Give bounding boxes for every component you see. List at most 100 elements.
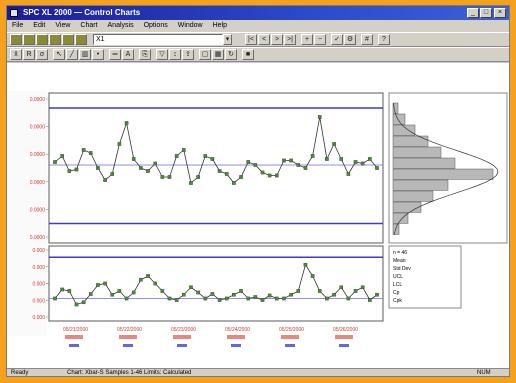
zoom-in-icon[interactable]: +	[301, 34, 313, 45]
maximize-button[interactable]: □	[480, 8, 492, 18]
xbar-point	[224, 172, 229, 176]
tile-icon[interactable]: ▦	[212, 49, 224, 60]
chart-icon[interactable]	[62, 34, 74, 45]
xbar-point	[303, 166, 308, 170]
xbar-point	[353, 160, 358, 164]
stats-line: Std Dev	[393, 266, 411, 272]
print-icon[interactable]	[49, 34, 61, 45]
histogram-bar	[392, 113, 406, 125]
help-icon[interactable]: ?	[378, 34, 390, 45]
sigma-icon[interactable]: σ	[36, 49, 48, 60]
window-icon[interactable]: ▢	[199, 49, 211, 60]
x-time-marker	[227, 335, 245, 339]
menu-options[interactable]: Options	[139, 20, 173, 32]
s-point	[189, 285, 193, 290]
variable-select[interactable]: X1	[93, 34, 223, 45]
stats-line: Mean	[393, 258, 406, 264]
xbar-point	[74, 167, 79, 172]
menu-window[interactable]: Window	[173, 20, 208, 32]
s-point	[317, 289, 322, 293]
xbar-point	[153, 161, 157, 166]
y-tick-label: 0.000	[32, 248, 45, 254]
title-bar[interactable]: SPC XL 2000 — Control Charts _ □ ×	[7, 6, 509, 20]
table-icon[interactable]	[75, 34, 87, 45]
s-point	[74, 302, 79, 307]
s-point	[153, 281, 157, 286]
xbar-point	[189, 181, 193, 185]
close-button[interactable]: ×	[494, 8, 506, 18]
s-point	[103, 281, 107, 286]
xbar-point	[210, 157, 215, 161]
status-bar: Ready Chart: Xbar-S Samples 1-46 Limits:…	[7, 368, 509, 376]
s-point	[53, 296, 57, 301]
xbar-point	[139, 166, 143, 170]
menu-chart[interactable]: Chart	[75, 20, 102, 32]
chevron-down-icon[interactable]: ▾	[223, 34, 232, 45]
copy-icon[interactable]: ⎘	[139, 49, 151, 60]
annotate-icon[interactable]: A	[122, 49, 134, 60]
x-time-marker	[65, 335, 83, 339]
check-icon[interactable]: ✓	[331, 34, 343, 45]
next-icon[interactable]: >	[271, 34, 283, 45]
chart-area: 0.0000 0.0000 0.0000 0.0000 0.0000 0.0000 0.0…	[7, 63, 509, 368]
stop-icon[interactable]: ■	[242, 49, 254, 60]
xbar-point	[103, 178, 107, 182]
xbar-point	[217, 169, 222, 173]
histogram-icon[interactable]: ▥	[79, 49, 91, 60]
xbar-point	[282, 158, 286, 163]
save-icon[interactable]	[36, 34, 48, 45]
filter-icon[interactable]: ▽	[156, 49, 168, 60]
limits-icon[interactable]: ═	[109, 49, 121, 60]
first-icon[interactable]: |<	[245, 34, 257, 45]
points-icon[interactable]: •	[92, 49, 104, 60]
y-tick-label: 0.000	[32, 315, 45, 321]
standard-toolbar: X1 ▾ |< < > >| + − ✓ ⚙ # ?	[7, 32, 509, 47]
open-icon[interactable]	[23, 34, 35, 45]
menu-file[interactable]: File	[7, 20, 28, 32]
xbar-point	[174, 154, 179, 158]
menu-help[interactable]: Help	[208, 20, 232, 32]
export-icon[interactable]: ⇪	[182, 49, 194, 60]
s-point	[239, 289, 243, 293]
pointer-icon[interactable]: ↖	[53, 49, 65, 60]
xbar-point	[67, 169, 72, 173]
x-sample-marker	[123, 344, 133, 347]
xbar-point	[146, 169, 150, 173]
histogram-bar	[392, 201, 422, 213]
xbar-point	[296, 163, 301, 167]
y-tick-label: 0.0000	[30, 207, 46, 213]
settings-icon[interactable]: ⚙	[344, 34, 356, 45]
x-sample-marker	[231, 344, 241, 347]
s-point	[67, 289, 72, 293]
s-point	[196, 290, 200, 295]
line-icon[interactable]: ╱	[66, 49, 78, 60]
menu-analysis[interactable]: Analysis	[103, 20, 139, 32]
s-point	[260, 298, 265, 302]
y-tick-label: 0.0000	[30, 97, 46, 103]
xbar-point	[88, 151, 93, 155]
last-icon[interactable]: >|	[284, 34, 296, 45]
x-date-label: 05/22/2000	[117, 327, 142, 333]
control-chart-canvas: 0.0000 0.0000 0.0000 0.0000 0.0000 0.0000 0.0…	[7, 91, 508, 347]
refresh-icon[interactable]: ↻	[225, 49, 237, 60]
xbar-point	[332, 142, 336, 146]
sort-icon[interactable]: ↕	[169, 49, 181, 60]
new-icon[interactable]	[10, 34, 22, 45]
xbar-point	[81, 148, 86, 152]
s-point	[360, 285, 365, 290]
minimize-button[interactable]: _	[467, 8, 479, 18]
s-point	[296, 289, 301, 293]
status-middle: Chart: Xbar-S Samples 1-46 Limits: Calcu…	[67, 370, 192, 376]
xbar-point	[96, 166, 100, 170]
grid-icon[interactable]: #	[361, 34, 373, 45]
menu-view[interactable]: View	[50, 20, 75, 32]
prev-icon[interactable]: <	[258, 34, 270, 45]
xbar-point	[346, 172, 351, 176]
menu-edit[interactable]: Edit	[28, 20, 50, 32]
xbar-icon[interactable]: x̄	[10, 49, 22, 60]
x-time-marker	[173, 335, 191, 339]
application-window: SPC XL 2000 — Control Charts _ □ × File E…	[6, 5, 510, 377]
range-icon[interactable]: R	[23, 49, 35, 60]
zoom-out-icon[interactable]: −	[314, 34, 326, 45]
xbar-point	[239, 175, 243, 179]
